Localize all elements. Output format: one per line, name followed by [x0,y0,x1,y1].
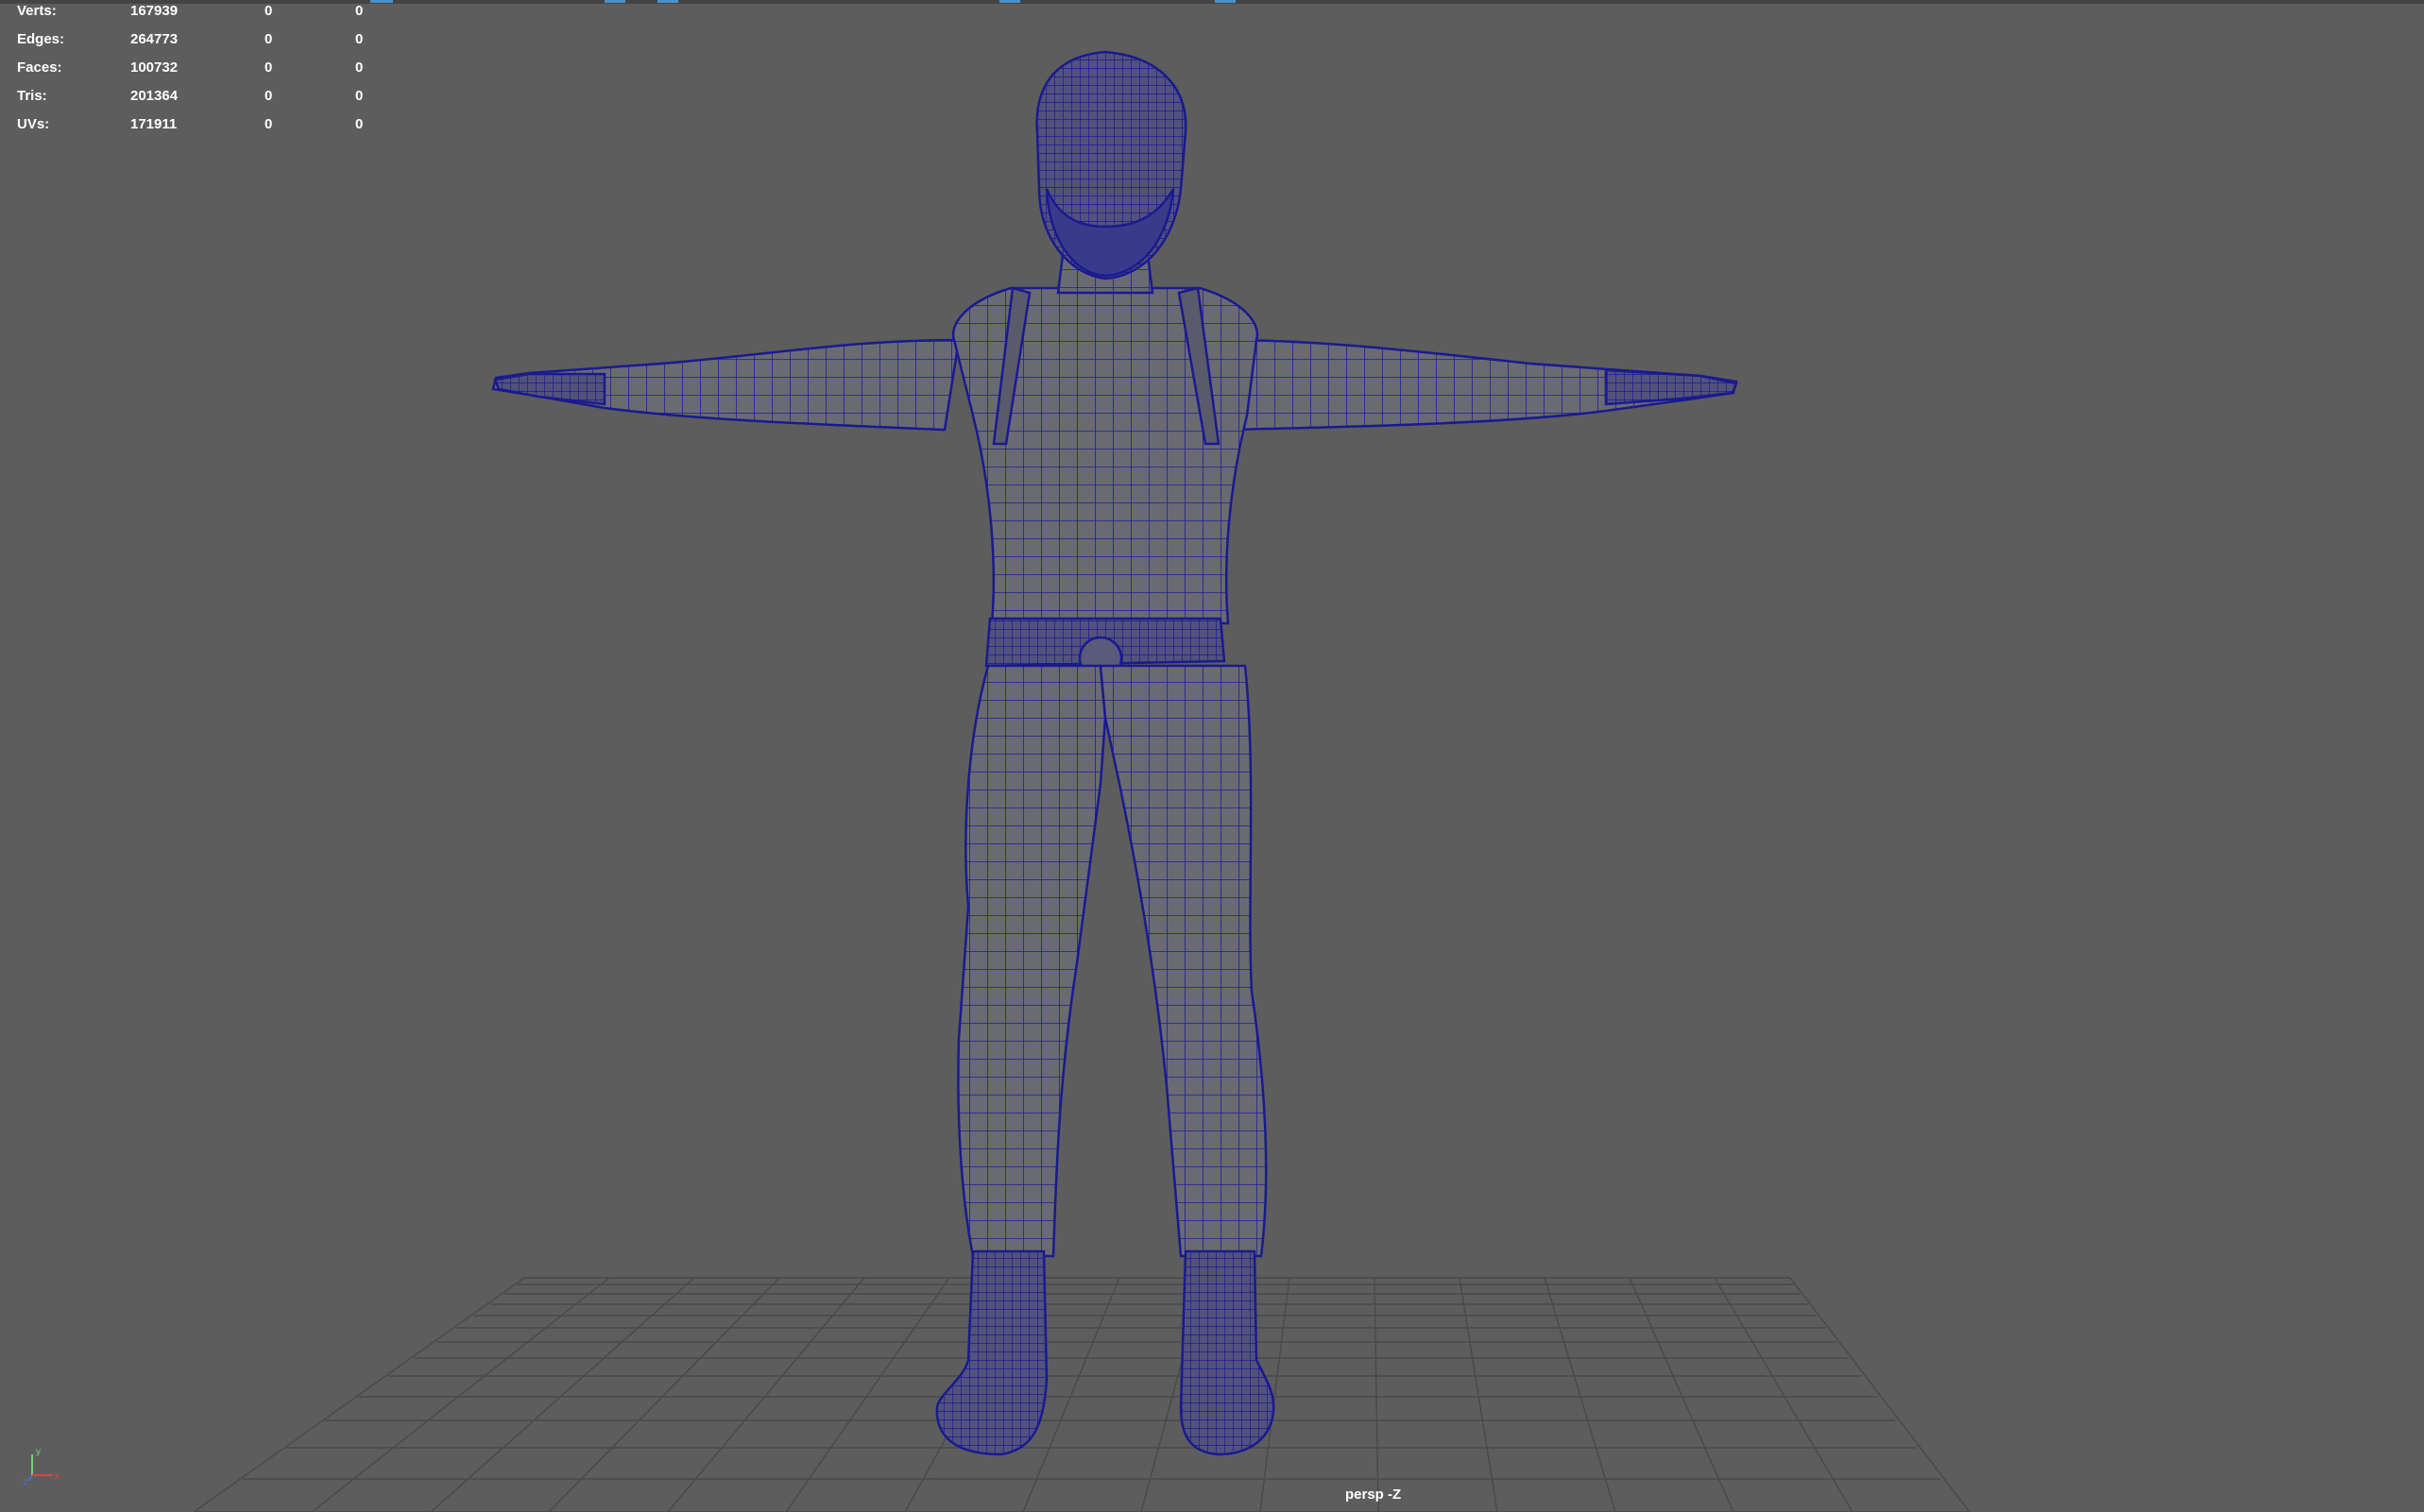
right-hand[interactable] [1604,368,1738,406]
hud-total: 171911 [130,116,178,132]
hud-selected: 0 [265,59,273,76]
hud-selected: 0 [265,3,273,19]
axis-y-label: y [36,1447,41,1457]
hud-total: 100732 [130,59,179,76]
hud-total: 264773 [130,31,179,47]
character-wireframe[interactable] [491,50,1738,1456]
torso[interactable] [951,286,1259,625]
ground-grid [193,1277,1971,1512]
scene-canvas[interactable]: y x z [0,0,2424,1512]
hud-selected: 0 [265,31,273,47]
right-boot[interactable] [1179,1249,1275,1456]
hud-label: Verts: [17,3,57,19]
axis-z-label: z [23,1477,27,1487]
axis-x-label: x [55,1471,60,1482]
hud-component: 0 [355,3,364,19]
hud-label: Faces: [17,59,62,76]
right-leg[interactable] [1099,664,1268,1258]
left-leg[interactable] [957,664,1107,1258]
hud-component: 0 [355,116,364,132]
hud-component: 0 [355,88,364,104]
hud-selected: 0 [265,88,273,104]
hud-label: UVs: [17,116,50,132]
hud-total: 167939 [130,3,179,19]
hud-label: Tris: [17,88,47,104]
hud-selected: 0 [265,116,273,132]
left-boot[interactable] [935,1249,1049,1456]
hud-component: 0 [355,31,364,47]
axis-indicator: y x z [23,1447,60,1487]
hud-component: 0 [355,59,364,76]
hud-total: 201364 [130,88,179,104]
camera-name-label: persp -Z [1345,1487,1402,1503]
hud-label: Edges: [17,31,65,47]
viewport-3d[interactable]: y x z Verts: 167939 0 0 Edges: 264773 0 … [0,0,2424,1512]
left-hand[interactable] [493,372,606,406]
